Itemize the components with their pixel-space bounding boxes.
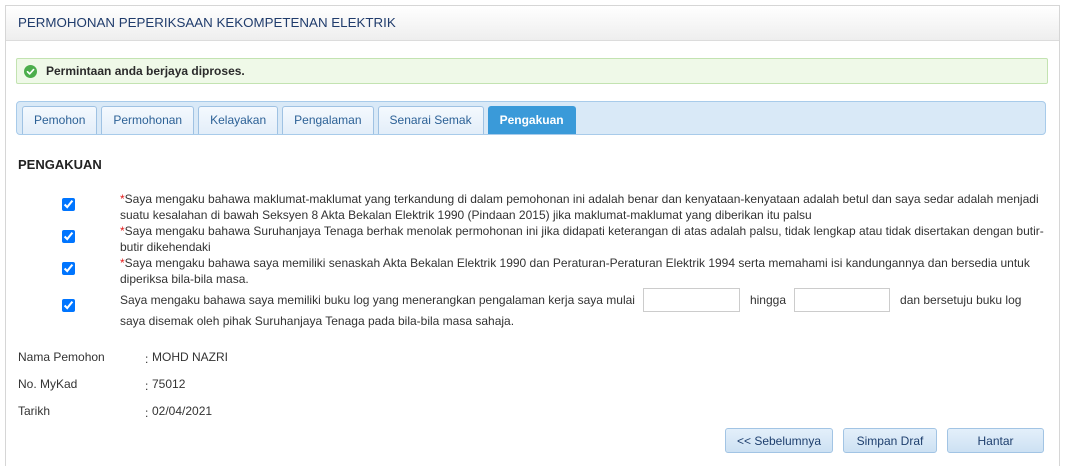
- info-separator: :: [145, 352, 149, 366]
- logbook-declaration-item: Saya mengaku bahawa saya memiliki buku l…: [62, 287, 1056, 329]
- declaration-statement: Saya mengaku bahawa saya memiliki senask…: [120, 256, 1030, 286]
- declaration-text: *Saya mengaku bahawa Suruhanjaya Tenaga …: [120, 223, 1056, 255]
- tab-pemohon[interactable]: Pemohon: [22, 106, 98, 134]
- check-circle-icon: [24, 65, 37, 78]
- declaration-checkbox-3[interactable]: [62, 262, 75, 275]
- page-title: PERMOHONAN PEPERIKSAAN KEKOMPETENAN ELEK…: [18, 15, 396, 30]
- declaration-list: *Saya mengaku bahawa maklumat-maklumat y…: [62, 191, 1056, 329]
- save-draft-button[interactable]: Simpan Draf: [843, 428, 937, 453]
- info-value: 02/04/2021: [152, 404, 213, 418]
- logbook-text-continued: saya disemak oleh pihak Suruhanjaya Tena…: [120, 314, 515, 328]
- success-alert: Permintaan anda berjaya diproses.: [16, 58, 1048, 84]
- applicant-name-row: Nama Pemohon : MOHD NAZRI: [18, 344, 228, 371]
- tab-pengakuan[interactable]: Pengakuan: [487, 106, 576, 134]
- declaration-statement: Saya mengaku bahawa Suruhanjaya Tenaga b…: [120, 224, 1044, 254]
- declaration-checkbox-2[interactable]: [62, 230, 75, 243]
- declaration-statement: Saya mengaku bahawa maklumat-maklumat ya…: [120, 192, 1039, 222]
- logbook-text-after: dan bersetuju buku log: [900, 293, 1022, 307]
- form-actions: << Sebelumnya Simpan Draf Hantar: [725, 428, 1044, 453]
- info-value: 75012: [152, 377, 186, 391]
- info-separator: :: [145, 379, 149, 393]
- logbook-text-between: hingga: [749, 293, 787, 307]
- applicant-summary: Nama Pemohon : MOHD NAZRI No. MyKad : 75…: [18, 344, 228, 425]
- applicant-date-row: Tarikh : 02/04/2021: [18, 398, 228, 425]
- declaration-item: *Saya mengaku bahawa Suruhanjaya Tenaga …: [62, 223, 1056, 255]
- info-value: MOHD NAZRI: [152, 350, 228, 364]
- tab-senarai-semak[interactable]: Senarai Semak: [377, 106, 484, 134]
- application-panel: PERMOHONAN PEPERIKSAAN KEKOMPETENAN ELEK…: [5, 5, 1060, 466]
- logbook-end-date-input[interactable]: [794, 288, 891, 312]
- declaration-item: *Saya mengaku bahawa saya memiliki senas…: [62, 255, 1056, 287]
- logbook-period-line: Saya mengaku bahawa saya memiliki buku l…: [120, 287, 1056, 313]
- logbook-text-before: Saya mengaku bahawa saya memiliki buku l…: [120, 293, 635, 307]
- tab-kelayakan[interactable]: Kelayakan: [198, 106, 279, 134]
- section-title: PENGAKUAN: [18, 157, 102, 172]
- declaration-text: *Saya mengaku bahawa maklumat-maklumat y…: [120, 191, 1056, 223]
- previous-button[interactable]: << Sebelumnya: [725, 428, 833, 453]
- info-label: Tarikh: [18, 404, 51, 418]
- tab-permohonan[interactable]: Permohonan: [101, 106, 195, 134]
- info-label: Nama Pemohon: [18, 350, 105, 364]
- alert-message: Permintaan anda berjaya diproses.: [46, 64, 245, 78]
- panel-header: PERMOHONAN PEPERIKSAAN KEKOMPETENAN ELEK…: [6, 6, 1059, 41]
- declaration-item: *Saya mengaku bahawa maklumat-maklumat y…: [62, 191, 1056, 223]
- form-tabs: Pemohon Permohonan Kelayakan Pengalaman …: [16, 101, 1046, 135]
- applicant-mykad-row: No. MyKad : 75012: [18, 371, 228, 398]
- submit-button[interactable]: Hantar: [947, 428, 1044, 453]
- declaration-checkbox-1[interactable]: [62, 198, 75, 211]
- logbook-start-date-input[interactable]: [642, 288, 740, 312]
- info-label: No. MyKad: [18, 377, 78, 391]
- logbook-declaration-checkbox[interactable]: [62, 299, 75, 312]
- tab-pengalaman[interactable]: Pengalaman: [282, 106, 374, 134]
- declaration-text: *Saya mengaku bahawa saya memiliki senas…: [120, 255, 1056, 287]
- info-separator: :: [145, 406, 149, 420]
